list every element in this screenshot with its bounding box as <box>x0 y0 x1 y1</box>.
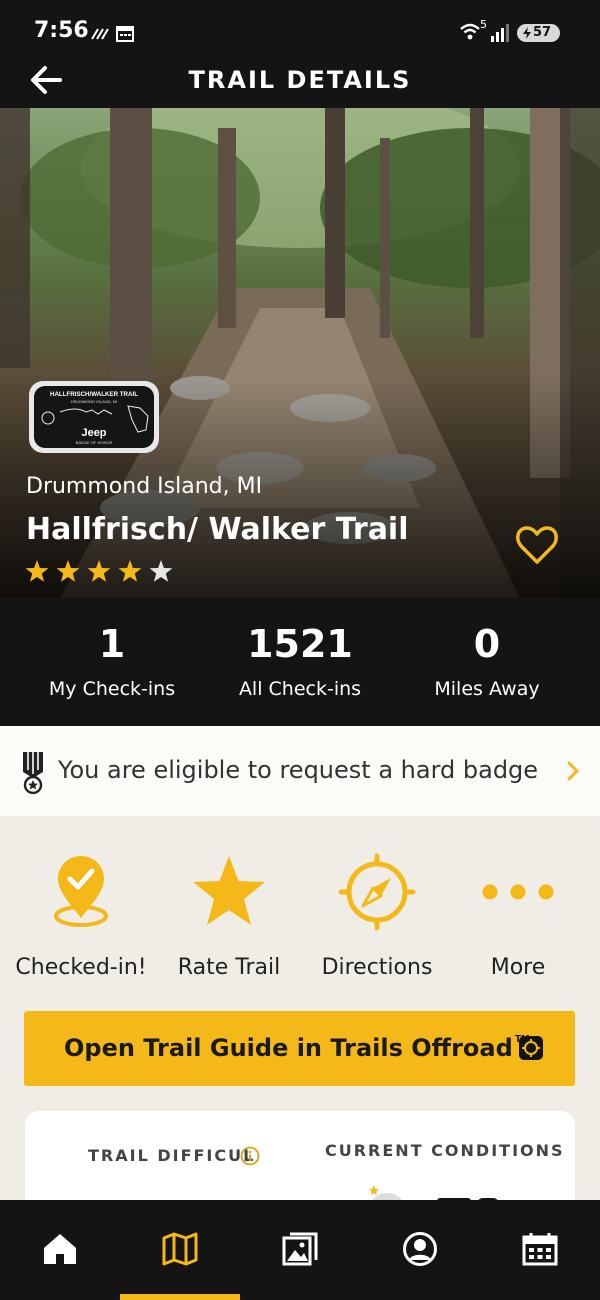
action-label: More <box>490 955 546 980</box>
bottom-nav <box>0 1200 600 1300</box>
star-filled-icon <box>87 560 111 582</box>
star-filled-icon <box>25 560 49 582</box>
checkin-stats: 1 My Check-ins 1521 All Check-ins 0 Mile… <box>0 598 600 726</box>
hard-badge-banner[interactable]: You are eligible to request a hard badge <box>0 726 600 816</box>
info-icon[interactable] <box>240 1146 260 1166</box>
data-saver-icon <box>91 28 109 40</box>
stat-all-checkins: 1521 All Check-ins <box>200 622 400 700</box>
action-label: Directions <box>321 955 433 980</box>
stat-value: 1 <box>98 622 126 666</box>
stat-label: All Check-ins <box>238 678 362 700</box>
star-icon <box>193 856 265 925</box>
rate-trail-button[interactable]: Rate Trail <box>154 852 304 980</box>
stat-value: 0 <box>473 622 501 666</box>
directions-button[interactable]: Directions <box>302 852 452 980</box>
stat-label: My Check-ins <box>48 678 176 700</box>
profile-icon <box>403 1232 437 1266</box>
more-dots-icon <box>482 884 554 900</box>
trails-offroad-icon <box>519 1036 543 1060</box>
current-conditions-heading: CURRENT CONDITIONS <box>325 1141 565 1160</box>
map-icon <box>162 1232 198 1266</box>
trail-actions: Checked-in! Rate Trail Directions More <box>0 816 600 996</box>
compass-icon <box>338 853 416 931</box>
nav-map[interactable] <box>120 1200 240 1300</box>
stat-label: Miles Away <box>434 678 540 700</box>
battery-icon: 57 <box>517 24 560 42</box>
status-bar: 7:56 5 57 <box>0 0 600 60</box>
action-label: Checked-in! <box>15 955 147 980</box>
trail-difficulty-heading: TRAIL DIFFICUL <box>88 1146 256 1165</box>
svg-text:BADGE OF HONOR: BADGE OF HONOR <box>76 440 113 445</box>
nav-home[interactable] <box>0 1200 120 1300</box>
home-icon <box>44 1234 76 1264</box>
signal-icon <box>491 24 509 42</box>
trail-rating <box>25 560 173 582</box>
page-title: TRAIL DETAILS <box>188 66 412 94</box>
stat-my-checkins: 1 My Check-ins <box>12 622 212 700</box>
checked-in-button[interactable]: Checked-in! <box>6 852 156 980</box>
hard-badge-text: You are eligible to request a hard badge <box>58 756 539 784</box>
battery-level: 57 <box>533 25 552 40</box>
svg-text:Jeep: Jeep <box>81 427 106 439</box>
star-filled-icon <box>118 560 142 582</box>
trail-name: Hallfrisch/ Walker Trail <box>26 512 409 547</box>
app-header: TRAIL DETAILS <box>0 52 600 108</box>
svg-text:HALLFRISCH/WALKER TRAIL: HALLFRISCH/WALKER TRAIL <box>50 391 138 398</box>
trail-guide-label: Open Trail Guide in Trails Offroad <box>64 1034 513 1062</box>
badge-of-honor-logo: HALLFRISCH/WALKER TRAIL DRUMMOND ISLAND,… <box>29 381 159 453</box>
calendar-status-icon <box>116 26 134 42</box>
open-trail-guide-button[interactable]: Open Trail Guide in Trails Offroad TM <box>24 1011 575 1086</box>
status-time: 7:56 <box>34 18 89 43</box>
stat-miles-away: 0 Miles Away <box>387 622 587 700</box>
star-filled-icon <box>56 560 80 582</box>
chevron-right-icon <box>567 761 580 781</box>
photos-icon <box>282 1232 318 1266</box>
favorite-button[interactable] <box>514 522 560 568</box>
wifi-label: 5 <box>480 18 487 31</box>
action-label: Rate Trail <box>177 955 281 980</box>
heart-icon <box>516 526 558 564</box>
nav-calendar[interactable] <box>480 1200 600 1300</box>
location-check-icon <box>54 856 108 927</box>
more-button[interactable]: More <box>443 852 593 980</box>
nav-photos[interactable] <box>240 1200 360 1300</box>
svg-text:DRUMMOND ISLAND, MI: DRUMMOND ISLAND, MI <box>71 399 117 404</box>
trail-hero: HALLFRISCH/WALKER TRAIL DRUMMOND ISLAND,… <box>0 108 600 598</box>
nav-active-indicator <box>120 1294 240 1300</box>
trail-location: Drummond Island, MI <box>26 474 263 499</box>
nav-profile[interactable] <box>360 1200 480 1300</box>
stat-value: 1521 <box>247 622 353 666</box>
calendar-icon <box>522 1233 558 1266</box>
star-empty-icon <box>149 560 173 582</box>
medal-icon <box>23 752 43 794</box>
